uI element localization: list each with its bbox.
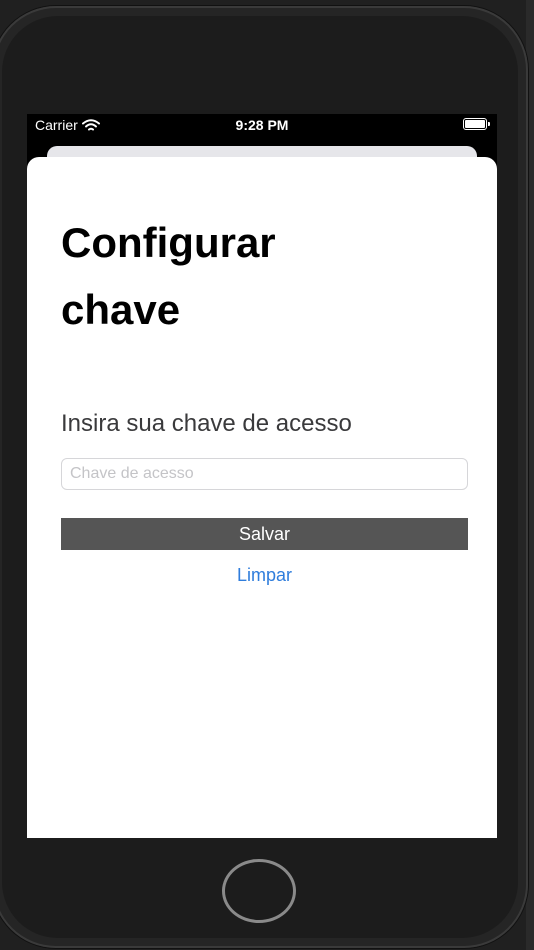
access-key-prompt: Insira sua chave de acesso bbox=[61, 410, 352, 437]
access-key-input[interactable] bbox=[61, 458, 468, 490]
home-button[interactable] bbox=[222, 859, 296, 923]
battery-icon bbox=[463, 118, 490, 130]
phone-screen: Carrier 9:28 PM Configurar chave Insira … bbox=[27, 114, 497, 838]
battery-fill bbox=[465, 120, 485, 128]
status-bar: Carrier 9:28 PM bbox=[27, 114, 497, 136]
page-title: Configurar chave bbox=[61, 219, 276, 333]
config-key-sheet: Configurar chave Insira sua chave de ace… bbox=[27, 157, 497, 838]
clear-button[interactable]: Limpar bbox=[61, 565, 468, 586]
carrier-label: Carrier bbox=[35, 117, 78, 133]
carrier-info: Carrier bbox=[35, 117, 100, 133]
save-button[interactable]: Salvar bbox=[61, 518, 468, 550]
wifi-icon bbox=[81, 118, 100, 130]
battery-nub bbox=[488, 122, 490, 126]
status-time: 9:28 PM bbox=[235, 117, 289, 133]
